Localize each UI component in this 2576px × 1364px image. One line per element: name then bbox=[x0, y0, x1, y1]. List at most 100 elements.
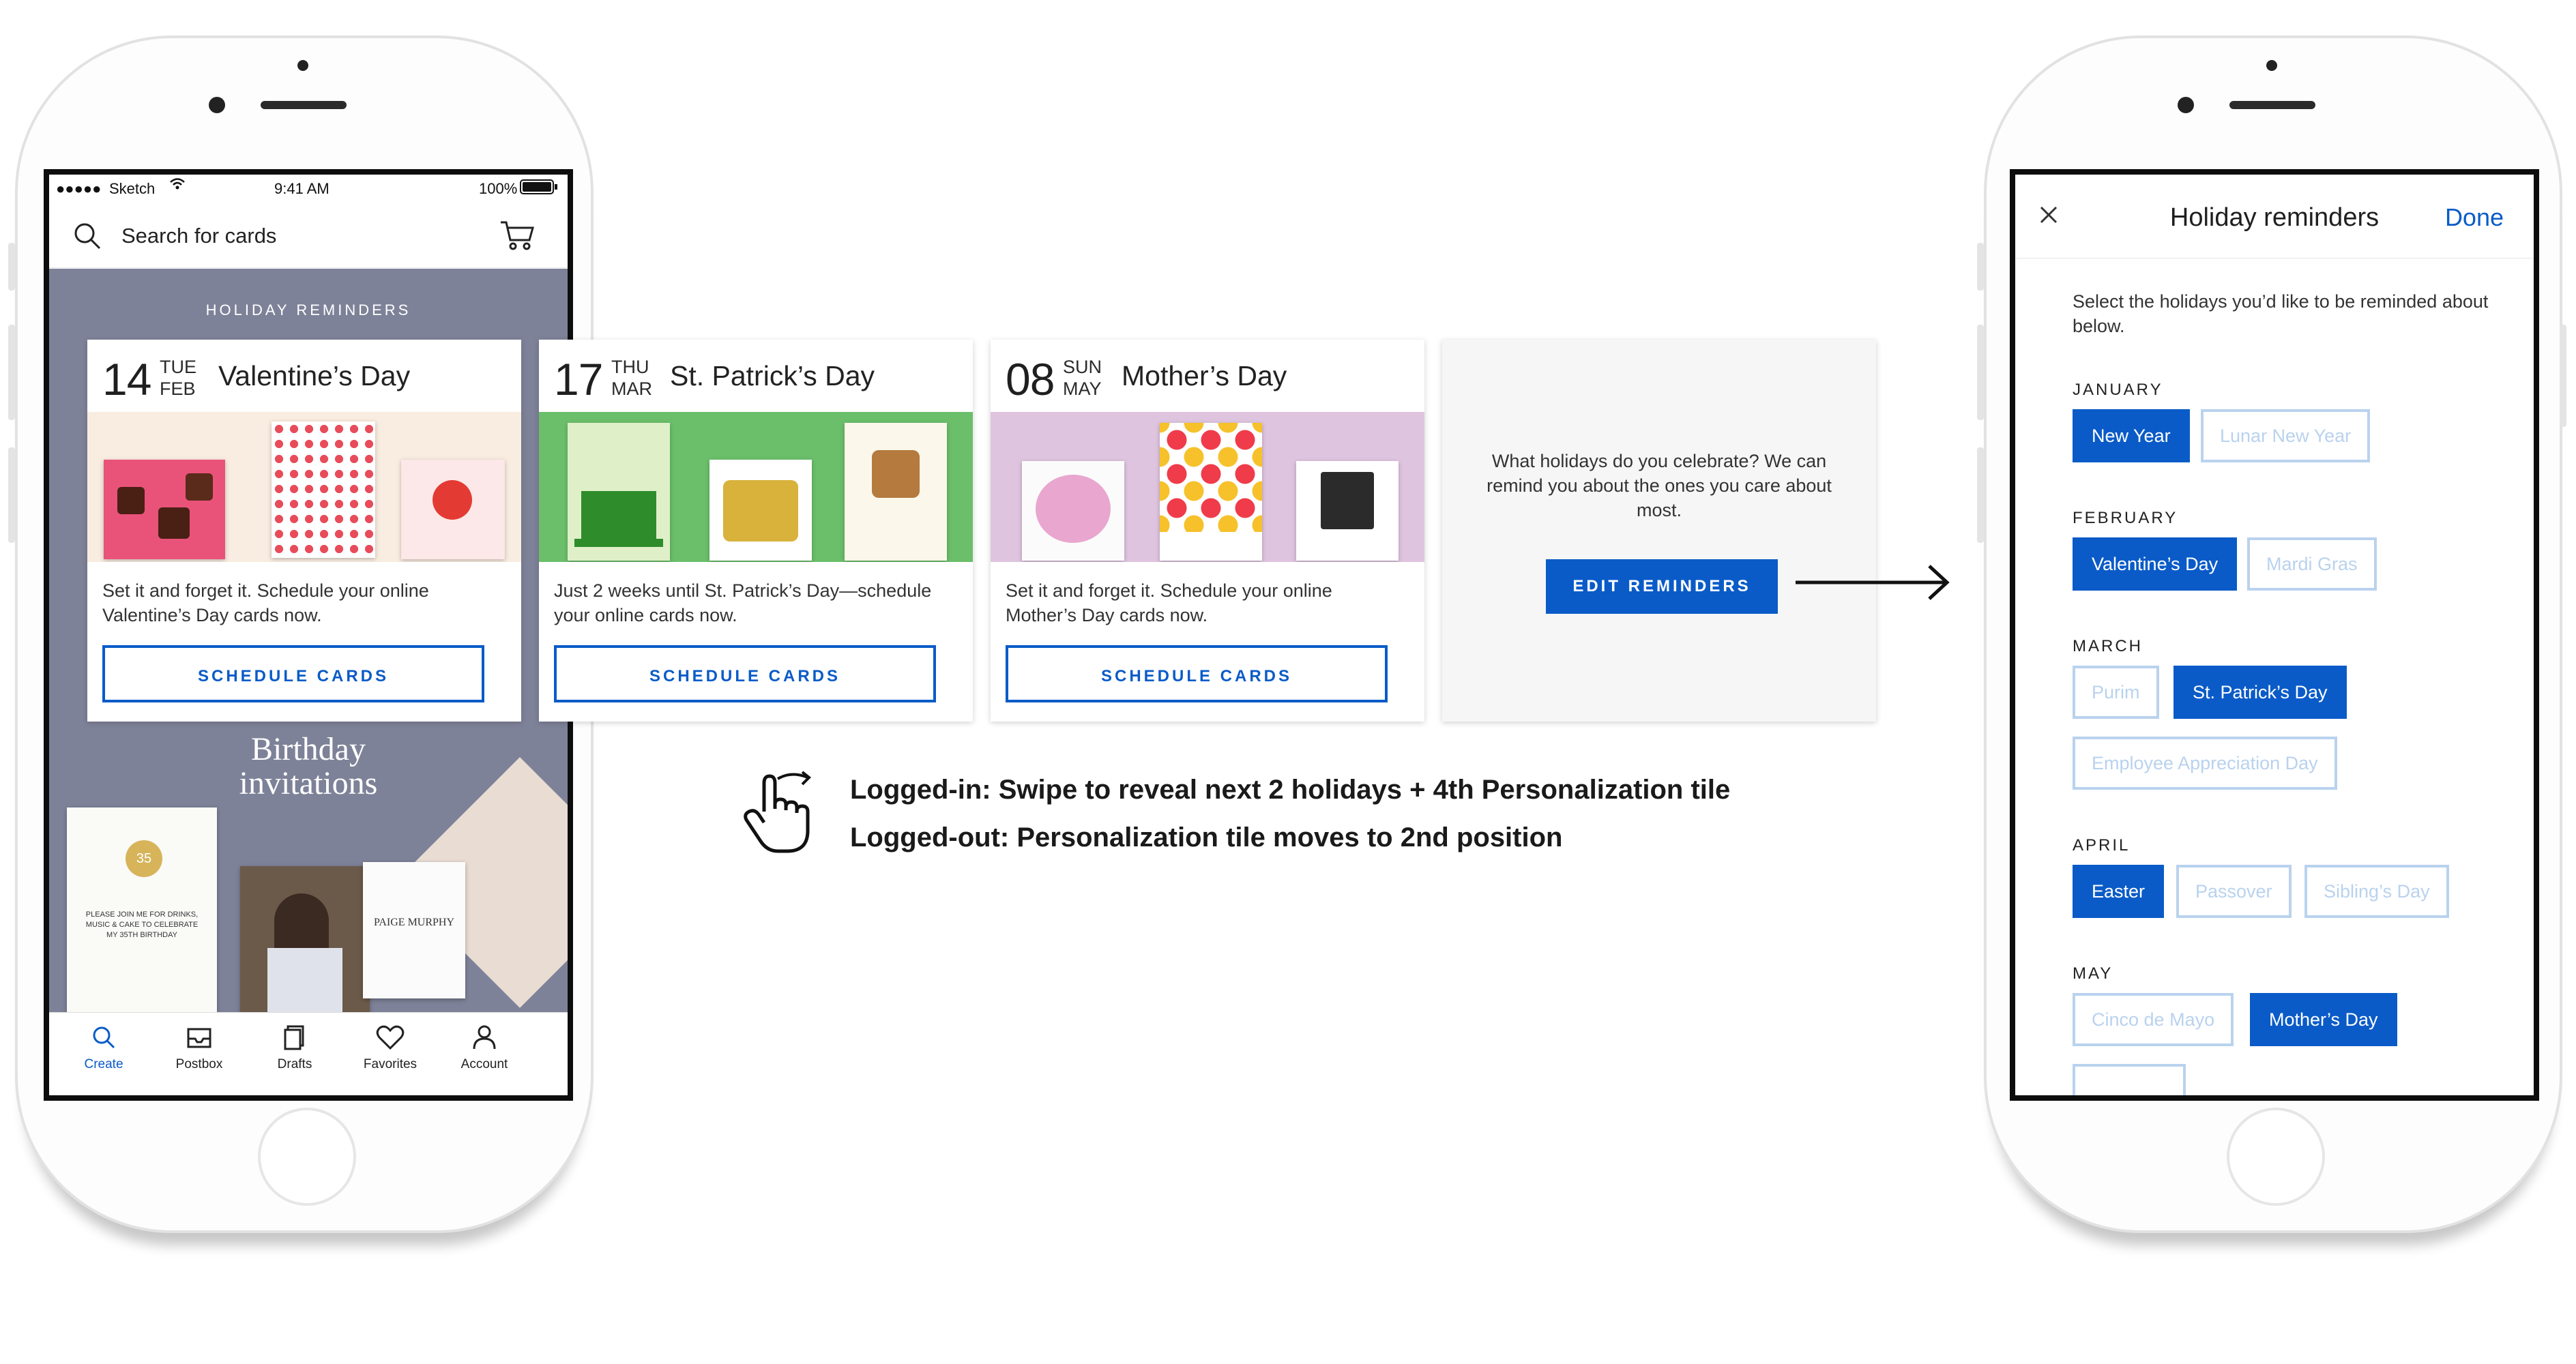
holiday-day: 08 bbox=[1006, 354, 1055, 404]
holiday-chip-st-patricks-day[interactable]: St. Patrick’s Day bbox=[2174, 666, 2347, 719]
personalization-tile[interactable]: What holidays do you celebrate? We can r… bbox=[1442, 340, 1876, 722]
holiday-chip-mothers-day[interactable]: Mother’s Day bbox=[2250, 993, 2397, 1046]
holiday-month: MAY bbox=[1063, 379, 1102, 399]
st-patricks-mini-card-1 bbox=[568, 423, 670, 561]
holiday-card-mothers-day[interactable]: 08 SUN MAY Mother’s Day Set it and forge… bbox=[991, 340, 1424, 722]
holiday-date-labels: SUN MAY bbox=[1063, 356, 1102, 400]
holiday-chip-employee-appreciation-day[interactable]: Employee Appreciation Day bbox=[2073, 737, 2337, 790]
earpiece-speaker bbox=[2229, 101, 2315, 109]
home-button[interactable] bbox=[258, 1108, 356, 1206]
volume-down-button bbox=[1977, 447, 1984, 543]
month-label-february: FEBRUARY bbox=[2073, 509, 2178, 527]
holiday-chip-partial[interactable] bbox=[2073, 1064, 2186, 1095]
tab-bar: Create Postbox Drafts Favorites Account bbox=[49, 1012, 568, 1095]
person-icon bbox=[473, 1025, 496, 1050]
mothers-day-mini-card-3 bbox=[1296, 461, 1399, 561]
volume-up-button bbox=[8, 325, 15, 420]
tab-postbox[interactable]: Postbox bbox=[158, 1024, 240, 1072]
proximity-sensor bbox=[209, 97, 225, 113]
tab-account[interactable]: Account bbox=[443, 1024, 525, 1072]
search-input[interactable]: Search for cards bbox=[121, 224, 276, 248]
holiday-chip-cinco-de-mayo[interactable]: Cinco de Mayo bbox=[2073, 993, 2234, 1046]
holiday-month: MAR bbox=[611, 379, 652, 399]
holiday-reminders-heading: HOLIDAY REMINDERS bbox=[205, 301, 411, 318]
holiday-date-labels: THU MAR bbox=[611, 356, 652, 400]
holiday-date-labels: TUE FEB bbox=[160, 356, 196, 400]
heart-icon bbox=[376, 1025, 405, 1050]
holiday-chip-new-year[interactable]: New Year bbox=[2073, 409, 2190, 462]
tab-favorites-label: Favorites bbox=[363, 1057, 418, 1071]
holiday-day: 14 bbox=[102, 354, 151, 404]
tab-create-label: Create bbox=[84, 1057, 123, 1071]
drafts-icon bbox=[284, 1025, 304, 1050]
holiday-card-valentines[interactable]: 14 TUE FEB Valentine’s Day Set it and fo… bbox=[87, 340, 521, 722]
search-bar[interactable]: Search for cards bbox=[49, 201, 568, 268]
birthday-card-1-text: PLEASE JOIN ME FOR DRINKS, MUSIC & CAKE … bbox=[85, 910, 199, 939]
status-bar: ●●●●● Sketch 9:41 AM 100% bbox=[49, 175, 568, 198]
valentines-card-art bbox=[87, 412, 521, 562]
schedule-cards-button[interactable]: SCHEDULE CARDS bbox=[554, 645, 936, 702]
birthday-title-line1: Birthday bbox=[251, 731, 366, 767]
birthday-badge: 35 bbox=[126, 840, 162, 877]
mothers-day-mini-card-1 bbox=[1022, 461, 1124, 561]
earpiece-speaker bbox=[261, 101, 347, 109]
holiday-description: Set it and forget it. Schedule your onli… bbox=[1006, 580, 1332, 625]
holiday-weekday: TUE bbox=[160, 357, 196, 377]
edit-reminders-button[interactable]: EDIT REMINDERS bbox=[1546, 559, 1778, 614]
mute-switch bbox=[1977, 243, 1984, 291]
schedule-cards-button[interactable]: SCHEDULE CARDS bbox=[1006, 645, 1388, 702]
modal-intro: Select the holidays you’d like to be rem… bbox=[2073, 291, 2489, 336]
holiday-chip-passover[interactable]: Passover bbox=[2176, 865, 2292, 918]
arrow-right-icon bbox=[1796, 562, 1952, 606]
battery-percent: 100% bbox=[479, 180, 518, 197]
holiday-chip-easter[interactable]: Easter bbox=[2073, 865, 2165, 918]
holiday-chip-mardi-gras[interactable]: Mardi Gras bbox=[2247, 537, 2377, 591]
holiday-chip-valentines-day[interactable]: Valentine’s Day bbox=[2073, 537, 2238, 591]
birthday-promo[interactable]: Birthday invitations 35 PLEASE JOIN ME F… bbox=[49, 705, 568, 1012]
holiday-description: Just 2 weeks until St. Patrick’s Day—sch… bbox=[554, 580, 932, 625]
tab-drafts[interactable]: Drafts bbox=[254, 1024, 336, 1072]
holiday-chip-purim[interactable]: Purim bbox=[2073, 666, 2159, 719]
month-label-march: MARCH bbox=[2073, 637, 2143, 655]
birthday-photo-card bbox=[240, 866, 370, 1012]
month-label-may: MAY bbox=[2073, 964, 2113, 983]
tab-create[interactable]: Create bbox=[63, 1024, 145, 1072]
annotation-logged-in: Logged-in: Swipe to reveal next 2 holida… bbox=[850, 775, 1731, 805]
valentines-mini-card-2 bbox=[272, 421, 375, 558]
holiday-name: St. Patrick’s Day bbox=[670, 360, 875, 391]
home-button[interactable] bbox=[2227, 1108, 2325, 1206]
mute-switch bbox=[8, 243, 15, 291]
volume-up-button bbox=[1977, 325, 1984, 420]
signal-icon: ●●●●● bbox=[56, 180, 102, 197]
birthday-card-1: 35 PLEASE JOIN ME FOR DRINKS, MUSIC & CA… bbox=[67, 807, 217, 1012]
tab-drafts-label: Drafts bbox=[277, 1057, 312, 1071]
holiday-weekday: THU bbox=[611, 357, 649, 377]
volume-down-button bbox=[8, 447, 15, 543]
holiday-chip-siblings-day[interactable]: Sibling’s Day bbox=[2304, 865, 2449, 918]
holiday-month: FEB bbox=[160, 379, 196, 399]
month-label-april: APRIL bbox=[2073, 836, 2131, 855]
schedule-cards-button[interactable]: SCHEDULE CARDS bbox=[102, 645, 484, 702]
st-patricks-card-art bbox=[539, 412, 973, 562]
st-patricks-mini-card-3 bbox=[845, 423, 947, 561]
personalization-message: What holidays do you celebrate? We can r… bbox=[1487, 451, 1832, 520]
tab-favorites[interactable]: Favorites bbox=[349, 1024, 431, 1072]
proximity-sensor bbox=[2178, 97, 2194, 113]
valentines-mini-card-3 bbox=[401, 460, 505, 559]
holiday-chip-lunar-new-year[interactable]: Lunar New Year bbox=[2201, 409, 2371, 462]
valentines-mini-card-1 bbox=[104, 460, 225, 559]
holiday-name: Valentine’s Day bbox=[218, 360, 411, 391]
front-camera bbox=[2266, 60, 2277, 71]
status-time: 9:41 AM bbox=[274, 180, 330, 197]
annotation-logged-out: Logged-out: Personalization tile moves t… bbox=[850, 822, 1563, 853]
tab-postbox-label: Postbox bbox=[175, 1057, 223, 1071]
front-camera bbox=[297, 60, 308, 71]
month-label-january: JANUARY bbox=[2073, 381, 2163, 399]
swipe-hand-icon bbox=[737, 769, 819, 861]
done-button[interactable]: Done bbox=[2445, 203, 2504, 232]
st-patricks-mini-card-2 bbox=[709, 460, 812, 561]
right-phone-screen: Holiday reminders Done Select the holida… bbox=[2010, 169, 2539, 1101]
search-icon bbox=[72, 221, 102, 254]
cart-icon[interactable] bbox=[499, 220, 535, 254]
holiday-card-st-patricks[interactable]: 17 THU MAR St. Patrick’s Day Just 2 week… bbox=[539, 340, 973, 722]
